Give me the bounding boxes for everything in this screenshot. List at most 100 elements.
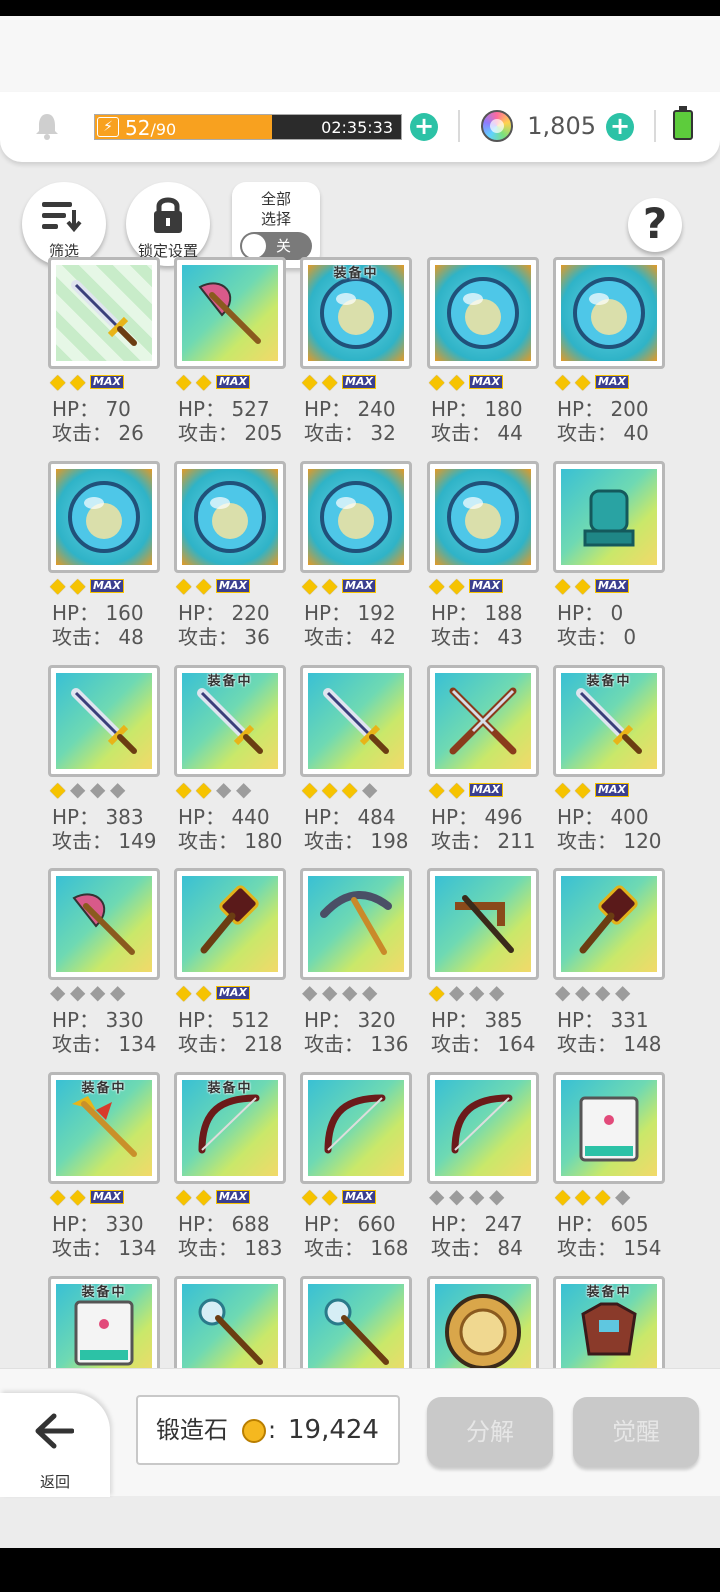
star-filled-icon: ◆: [70, 1184, 86, 1208]
equipment-item[interactable]: 装备中 ◆ ◆ MAX HP： 240 攻击： 32: [300, 257, 412, 447]
equipment-item[interactable]: ◆ ◆ MAX HP： 192 攻击： 42: [300, 461, 412, 651]
filter-button[interactable]: 筛选: [22, 182, 106, 266]
star-filled-icon: ◆: [322, 1184, 338, 1208]
arrow-left-icon: [35, 1413, 74, 1449]
equipment-item[interactable]: ◆ ◆ MAX HP： 160 攻击： 48: [48, 461, 160, 651]
energy-bar: ⚡ 52/90 02:35:33: [94, 114, 402, 140]
star-rating: ◆ ◆ MAX: [176, 575, 286, 595]
help-button[interactable]: ?: [628, 198, 682, 252]
equipment-item[interactable]: ◆ ◆ ◆ ◆ HP： 331 攻击： 148: [553, 868, 665, 1058]
equipment-item[interactable]: 装备中 ◆ ◆ MAX HP： 400 攻击： 120: [553, 665, 665, 855]
equipment-item[interactable]: 装备中 ◆ ◆ MAX HP： 688 攻击： 183: [174, 1072, 286, 1262]
equipment-image: [435, 1080, 531, 1176]
equipment-card[interactable]: 装备中: [174, 1072, 286, 1184]
equipment-card[interactable]: [300, 665, 412, 777]
equipment-item[interactable]: ◆ ◆ ◆ ◆ HP： 383 攻击： 149: [48, 665, 160, 855]
star-empty-icon: ◆: [615, 980, 631, 1004]
star-rating: ◆ ◆ MAX: [50, 1186, 160, 1206]
equipment-image: [435, 876, 531, 972]
equipment-item[interactable]: ◆ ◆ MAX HP： 180 攻击： 44: [427, 257, 539, 447]
star-filled-icon: ◆: [322, 573, 338, 597]
equipment-card[interactable]: [48, 868, 160, 980]
star-empty-icon: ◆: [555, 980, 571, 1004]
equipment-item[interactable]: ◆ ◆ MAX HP： 496 攻击： 211: [427, 665, 539, 855]
attack-stat: 攻击： 84: [431, 1236, 523, 1260]
max-badge: MAX: [342, 1190, 376, 1204]
equipment-item[interactable]: ◆ ◆ MAX HP： 220 攻击： 36: [174, 461, 286, 651]
equipment-image: [182, 876, 278, 972]
star-rating: ◆ ◆ MAX: [302, 1186, 412, 1206]
equipment-card[interactable]: [174, 257, 286, 369]
star-rating: ◆ ◆ MAX: [429, 779, 539, 799]
equipment-item[interactable]: ◆ ◆ ◆ ◆ HP： 247 攻击： 84: [427, 1072, 539, 1262]
star-filled-icon: ◆: [449, 777, 465, 801]
toggle-knob: [242, 234, 266, 258]
bow-icon: [324, 1094, 386, 1154]
equipment-item[interactable]: ◆ ◆ ◆ ◆ HP： 605 攻击： 154: [553, 1072, 665, 1262]
equipment-card[interactable]: [427, 257, 539, 369]
attack-stat: 攻击： 40: [557, 421, 649, 445]
star-filled-icon: ◆: [176, 980, 192, 1004]
equipment-card[interactable]: [300, 461, 412, 573]
attack-stat: 攻击： 36: [178, 625, 270, 649]
equipment-card[interactable]: [553, 1072, 665, 1184]
attack-stat: 攻击： 26: [52, 421, 144, 445]
back-button[interactable]: 返回: [0, 1393, 110, 1497]
forge-stone-icon: [242, 1419, 266, 1443]
star-rating: ◆ ◆ ◆ ◆: [429, 982, 539, 1002]
star-filled-icon: ◆: [302, 777, 318, 801]
equipment-card[interactable]: 装备中: [48, 1072, 160, 1184]
equipment-card[interactable]: [300, 1072, 412, 1184]
equipment-item[interactable]: ◆ ◆ MAX HP： 0 攻击： 0: [553, 461, 665, 651]
max-badge: MAX: [342, 375, 376, 389]
equipment-card[interactable]: [48, 461, 160, 573]
equipment-card[interactable]: [174, 461, 286, 573]
equipment-card[interactable]: 装备中: [553, 665, 665, 777]
gem-count: 1,805: [527, 112, 596, 140]
equipment-image: [182, 265, 278, 361]
equipment-card[interactable]: [48, 257, 160, 369]
equipment-item[interactable]: ◆ ◆ MAX HP： 70 攻击： 26: [48, 257, 160, 447]
equipment-card[interactable]: 装备中: [174, 665, 286, 777]
bell-icon[interactable]: [34, 112, 60, 140]
gem-icon: [481, 110, 513, 142]
decompose-button[interactable]: 分解: [427, 1397, 553, 1467]
equipment-card[interactable]: [553, 461, 665, 573]
star-filled-icon: ◆: [196, 573, 212, 597]
attack-stat: 攻击： 0: [557, 625, 637, 649]
equipment-item[interactable]: ◆ ◆ MAX HP： 188 攻击： 43: [427, 461, 539, 651]
equipment-item[interactable]: ◆ ◆ MAX HP： 200 攻击： 40: [553, 257, 665, 447]
equipment-card[interactable]: [300, 868, 412, 980]
max-badge: MAX: [216, 579, 250, 593]
equipment-item[interactable]: ◆ ◆ MAX HP： 660 攻击： 168: [300, 1072, 412, 1262]
equipment-item[interactable]: 装备中 ◆ ◆ ◆ ◆ HP： 440 攻击： 180: [174, 665, 286, 855]
equipment-card[interactable]: [427, 868, 539, 980]
add-energy-button[interactable]: +: [410, 113, 438, 141]
hammer-icon: [579, 885, 638, 954]
add-gem-button[interactable]: +: [606, 113, 634, 141]
select-all-toggle[interactable]: 关: [240, 232, 312, 260]
equipment-card[interactable]: [427, 665, 539, 777]
equipment-item[interactable]: ◆ ◆ ◆ ◆ HP： 484 攻击： 198: [300, 665, 412, 855]
equipment-card[interactable]: [427, 461, 539, 573]
star-filled-icon: ◆: [176, 777, 192, 801]
awaken-button[interactable]: 觉醒: [573, 1397, 699, 1467]
star-empty-icon: ◆: [216, 777, 232, 801]
equipment-item[interactable]: ◆ ◆ ◆ ◆ HP： 385 攻击： 164: [427, 868, 539, 1058]
equipment-card[interactable]: [553, 257, 665, 369]
lock-settings-button[interactable]: 锁定设置: [126, 182, 210, 266]
equipment-card[interactable]: [48, 665, 160, 777]
crossed-swords-icon: [449, 687, 517, 755]
star-empty-icon: ◆: [110, 980, 126, 1004]
equipment-item[interactable]: ◆ ◆ MAX HP： 527 攻击： 205: [174, 257, 286, 447]
forge-stone-panel: 锻造石 : 19,424: [136, 1395, 400, 1465]
equipment-card[interactable]: 装备中: [300, 257, 412, 369]
equipment-item[interactable]: 装备中 ◆ ◆ MAX HP： 330 攻击： 134: [48, 1072, 160, 1262]
equipment-card[interactable]: [553, 868, 665, 980]
equipment-item[interactable]: ◆ ◆ ◆ ◆ HP： 330 攻击： 134: [48, 868, 160, 1058]
equipment-card[interactable]: [427, 1072, 539, 1184]
orb-icon: [320, 481, 392, 553]
equipment-card[interactable]: [174, 868, 286, 980]
equipment-item[interactable]: ◆ ◆ ◆ ◆ HP： 320 攻击： 136: [300, 868, 412, 1058]
equipment-item[interactable]: ◆ ◆ MAX HP： 512 攻击： 218: [174, 868, 286, 1058]
